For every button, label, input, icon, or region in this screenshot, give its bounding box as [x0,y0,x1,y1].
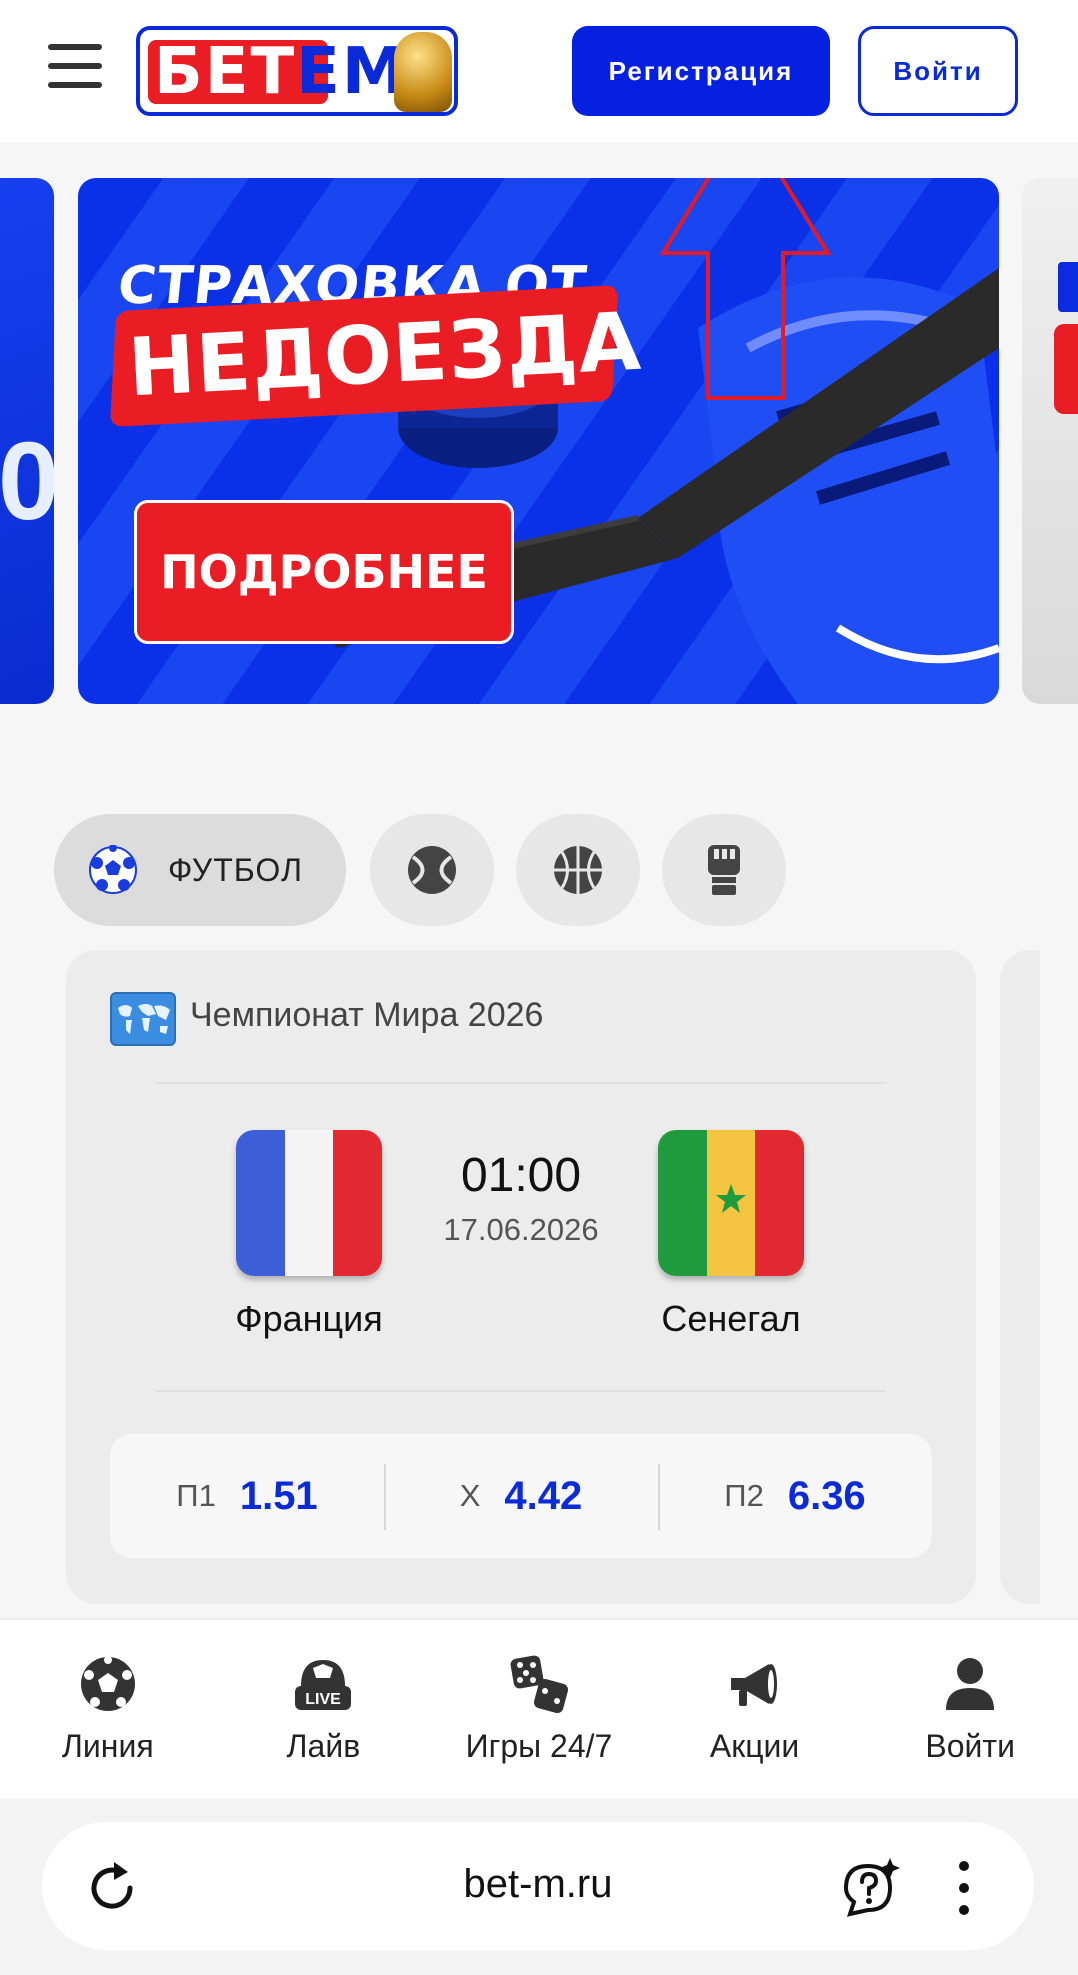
odds-row: П1 1.51 X 4.42 П2 6.36 [110,1434,932,1558]
odd-value: 6.36 [787,1473,866,1518]
header: БЕТЕМ Регистрация Войти [0,0,1078,142]
banner-previous[interactable]: 0 [0,178,54,704]
promo-banner[interactable]: СТРАХОВКА ОТ НЕДОЕЗДА ПОДРОБНЕЕ [78,178,999,704]
match-card[interactable]: Чемпионат Мира 2026 01:00 17.06.2026 Фра… [66,950,976,1604]
soccer-ball-icon [80,1656,135,1711]
sport-filter-tennis[interactable] [370,814,494,926]
nav-label: Войти [925,1728,1015,1764]
odd-label: X [459,1478,481,1513]
tennis-icon [408,846,456,894]
nav-live[interactable]: LIVE Лайв [216,1620,432,1798]
trophy-icon [394,32,452,112]
match-time: 01:00 [460,1149,582,1202]
sport-filter-mma[interactable] [662,814,786,926]
banner-next[interactable] [1022,178,1078,704]
browser-toolbar: bet-m.ru [0,1798,1078,1975]
football-icon [89,845,137,894]
dice-icon [510,1655,569,1714]
user-icon [946,1658,995,1710]
nav-label: Акции [709,1728,800,1764]
nav-games[interactable]: Игры 24/7 [431,1620,647,1798]
next-match-card[interactable] [1000,950,1040,1604]
odd-value: 4.42 [504,1473,583,1518]
mma-glove-icon [708,845,740,895]
match-date: 17.06.2026 [443,1212,599,1247]
nav-label: Линия [61,1728,154,1764]
logo-text-bet: БЕТ [154,35,297,109]
divider [156,1390,886,1392]
sport-filter-basketball[interactable] [516,814,640,926]
bottom-navigation: Линия LIVE Лайв Игры 24/7 Акции Войти [0,1618,1078,1798]
odd-home-win[interactable]: П1 1.51 [110,1434,384,1558]
away-team-name: Сенегал [661,1298,801,1339]
login-button[interactable]: Войти [858,26,1018,116]
world-map-icon [110,992,176,1046]
odd-label: П2 [724,1478,764,1513]
nav-label: Игры 24/7 [465,1728,613,1764]
home-team-name: Франция [235,1298,383,1339]
menu-icon[interactable] [48,44,102,88]
nav-login[interactable]: Войти [862,1620,1078,1798]
megaphone-icon [730,1664,777,1706]
odd-label: П1 [176,1478,216,1513]
live-icon: LIVE [295,1660,352,1710]
svg-text:LIVE: LIVE [306,1691,342,1708]
basketball-icon [554,846,602,894]
france-flag-icon [236,1130,382,1276]
logo[interactable]: БЕТЕМ [136,26,458,116]
address-bar[interactable]: bet-m.ru [42,1822,1034,1950]
assistant-icon[interactable] [838,1856,902,1920]
nav-promotions[interactable]: Акции [647,1620,863,1798]
nav-label: Лайв [286,1728,361,1764]
sport-filter-football[interactable]: ФУТБОЛ [54,814,346,926]
odd-value: 1.51 [239,1473,318,1518]
odd-draw[interactable]: X 4.42 [384,1434,658,1558]
divider [156,1082,886,1084]
league-name: Чемпионат Мира 2026 [190,996,544,1034]
nav-line[interactable]: Линия [0,1620,216,1798]
senegal-flag-icon [658,1130,804,1276]
banner-more-button[interactable]: ПОДРОБНЕЕ [134,500,514,644]
register-button[interactable]: Регистрация [572,26,830,116]
sport-filter-label: ФУТБОЛ [168,851,303,888]
more-options-icon[interactable] [952,1856,976,1920]
logo-text-em: ЕМ [296,35,408,109]
odd-away-win[interactable]: П2 6.36 [658,1434,932,1558]
